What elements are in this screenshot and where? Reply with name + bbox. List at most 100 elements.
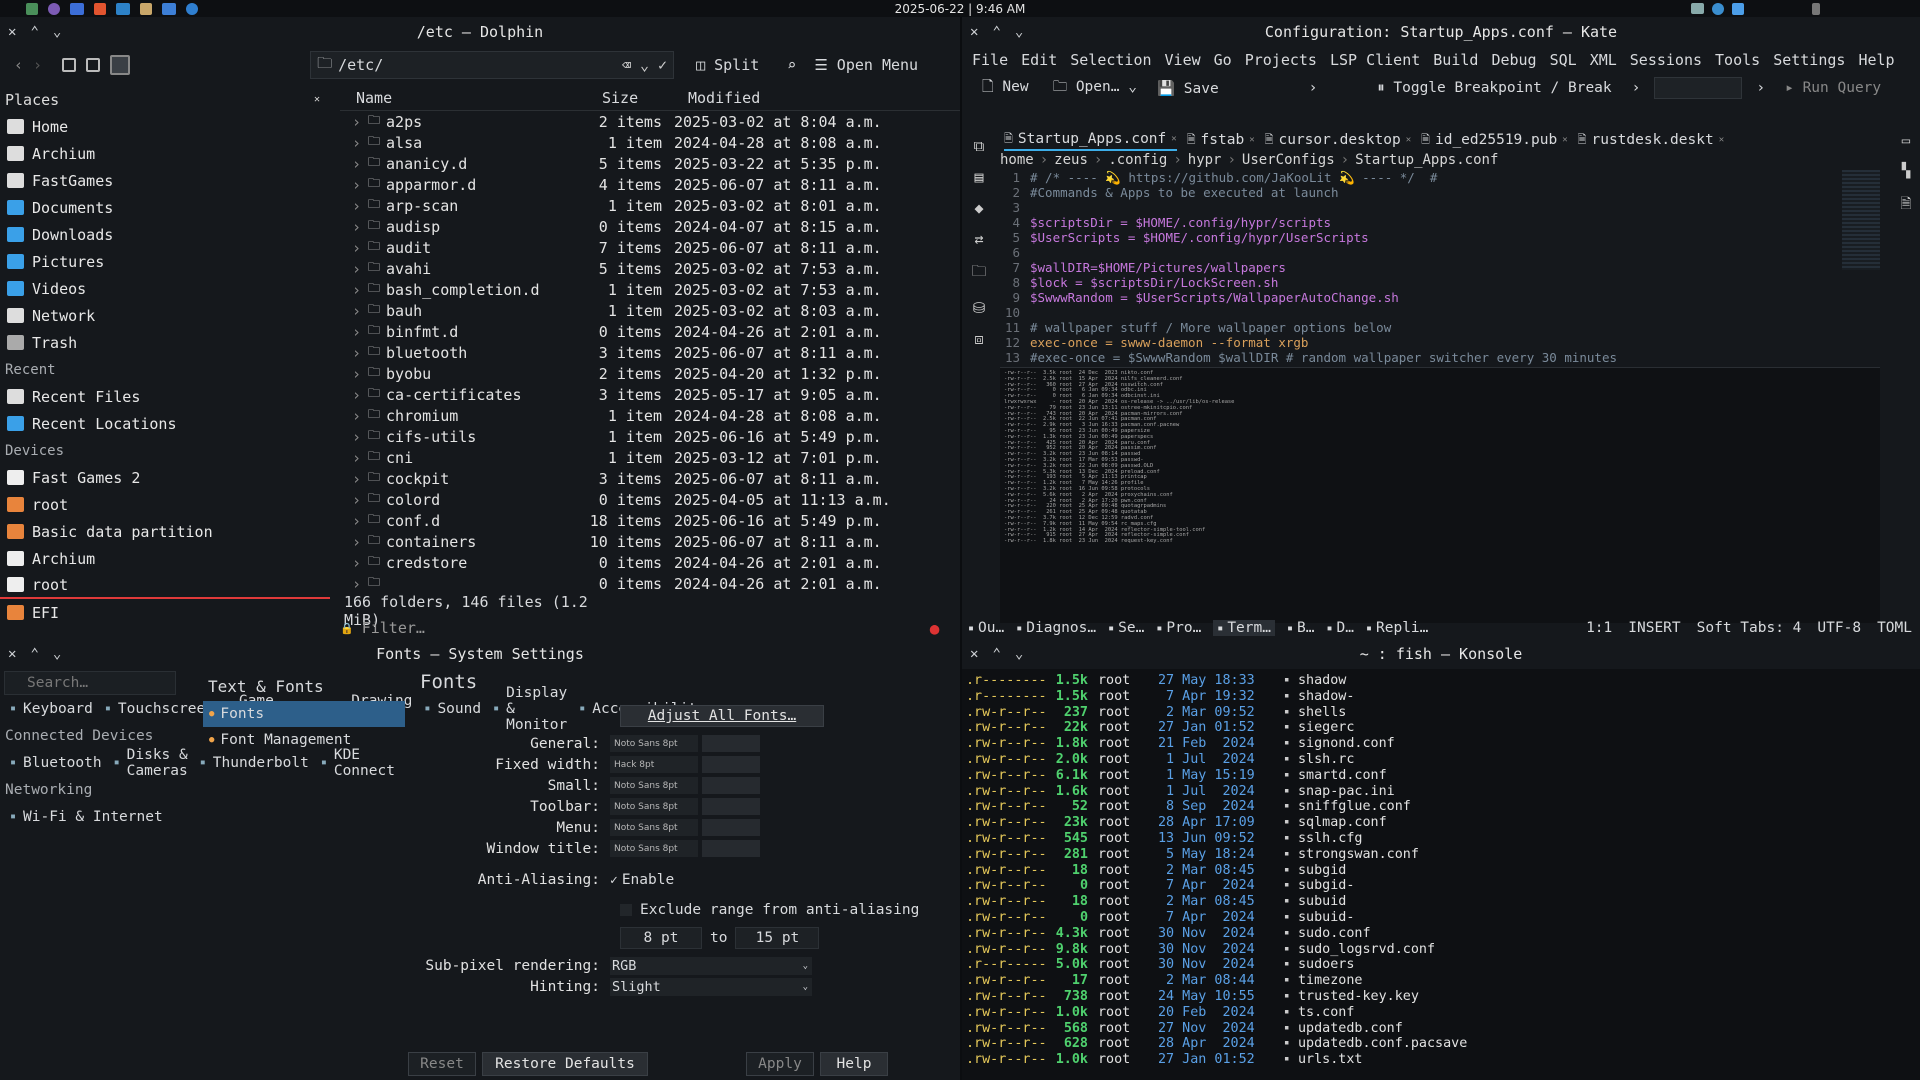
- location-path[interactable]: /etc/: [338, 56, 383, 74]
- menu-item[interactable]: Build: [1433, 51, 1478, 69]
- minimap[interactable]: [1842, 170, 1880, 270]
- choose-font-button[interactable]: [702, 756, 760, 773]
- table-row[interactable]: › 🗀 byobu 2 items 2025-04-20 at 1:32 p.m.: [340, 363, 960, 384]
- table-row[interactable]: › 🗀 conf.d 18 items 2025-06-16 at 5:49 p.m.: [340, 510, 960, 531]
- save-button[interactable]: 💾 Save: [1157, 80, 1219, 97]
- app-icon[interactable]: [48, 2, 60, 15]
- expand-icon[interactable]: ›: [352, 281, 362, 299]
- places-item[interactable]: Pictures: [0, 248, 330, 275]
- table-row[interactable]: › 🗀 audit 7 items 2025-06-07 at 8:11 a.m.: [340, 237, 960, 258]
- bottom-tab[interactable]: ▪ Term…: [1213, 620, 1275, 636]
- terminal-output[interactable]: .r-------- 1.5k root 27 May 18:33 ▪ shadow .r-…: [962, 669, 1920, 1068]
- expand-icon[interactable]: ›: [352, 449, 362, 467]
- menu-item[interactable]: Debug: [1491, 51, 1536, 69]
- col-size[interactable]: Size: [600, 89, 684, 107]
- editor-tab[interactable]: 🗎 fstab ✕: [1187, 131, 1255, 150]
- expand-icon[interactable]: ›: [352, 239, 362, 257]
- cursor-position[interactable]: 1:1: [1586, 620, 1612, 636]
- table-row[interactable]: › 🗀 apparmor.d 4 items 2025-06-07 at 8:11 a.…: [340, 174, 960, 195]
- bottom-tab[interactable]: ▪ Diagnos…: [1016, 620, 1096, 636]
- bottom-tab[interactable]: ▪ D…: [1326, 620, 1354, 636]
- table-row[interactable]: › 🗀 bauh 1 item 2025-03-02 at 8:03 a.m.: [340, 300, 960, 321]
- reset-button[interactable]: Reset: [408, 1052, 476, 1076]
- choose-font-button[interactable]: [702, 777, 760, 794]
- close-tab-icon[interactable]: ✕: [1406, 135, 1411, 145]
- editor-tab[interactable]: 🗎 Startup_Apps.conf ✕: [1004, 130, 1177, 151]
- bluetooth-icon[interactable]: [1812, 2, 1820, 15]
- filter-input[interactable]: Filter…: [362, 619, 922, 637]
- split-button[interactable]: ◫ Split: [696, 56, 759, 74]
- col-name[interactable]: Name: [340, 89, 600, 107]
- menu-item[interactable]: Go: [1214, 51, 1232, 69]
- adjust-all-button[interactable]: Adjust All Fonts…: [620, 705, 824, 727]
- breadcrumb-item[interactable]: zeus: [1054, 152, 1088, 168]
- breadcrumb-item[interactable]: hypr: [1188, 152, 1222, 168]
- table-row[interactable]: › 🗀 binfmt.d 0 items 2024-04-26 at 2:01 a.m.: [340, 321, 960, 342]
- apply-button[interactable]: Apply: [746, 1052, 814, 1076]
- input-mode[interactable]: INSERT: [1628, 620, 1680, 636]
- expand-icon[interactable]: ›: [352, 218, 362, 236]
- table-row[interactable]: › 🗀 arp-scan 1 item 2025-03-02 at 8:01 a.m.: [340, 195, 960, 216]
- compact-view-icon[interactable]: [86, 58, 101, 72]
- table-row[interactable]: › 🗀 bash_completion.d 1 item 2025-03-02 at 7…: [340, 279, 960, 300]
- places-item[interactable]: Archium: [0, 140, 330, 167]
- bottom-tab[interactable]: ▪ Pro…: [1156, 620, 1201, 636]
- table-row[interactable]: › 🗀 alsa 1 item 2024-04-28 at 8:08 a.m.: [340, 132, 960, 153]
- menu-item[interactable]: Settings: [1773, 51, 1845, 69]
- search-input[interactable]: Search…: [4, 671, 176, 695]
- app-icon[interactable]: [186, 2, 198, 15]
- table-row[interactable]: › 🗀 colord 0 items 2025-04-05 at 11:13 a.m.: [340, 489, 960, 510]
- table-row[interactable]: › 🗀 containers 10 items 2025-06-07 at 8:11 a…: [340, 531, 960, 552]
- expand-icon[interactable]: ›: [352, 386, 362, 404]
- expand-icon[interactable]: ›: [352, 512, 362, 530]
- device-item[interactable]: Basic data partition: [0, 518, 330, 545]
- editor-tab[interactable]: 🗎 id_ed25519.pub ✕: [1421, 131, 1568, 150]
- menu-item[interactable]: SQL: [1550, 51, 1577, 69]
- bottom-tab[interactable]: ▪ B…: [1287, 620, 1315, 636]
- git-icon[interactable]: ◆: [974, 199, 983, 217]
- menu-item[interactable]: LSP Client: [1330, 51, 1420, 69]
- run-query-button[interactable]: ▸ Run Query: [1785, 80, 1881, 96]
- syntax-mode[interactable]: TOML: [1877, 620, 1912, 636]
- minimize-icon[interactable]: ⌄: [53, 646, 61, 662]
- menu-item[interactable]: File: [972, 51, 1008, 69]
- location-bar[interactable]: 🗀 /etc/ ⌫ ⌄ ✓: [310, 51, 675, 79]
- forward-icon[interactable]: ›: [33, 56, 42, 74]
- expand-icon[interactable]: ›: [352, 428, 362, 446]
- folder-icon[interactable]: 🗀: [971, 261, 986, 286]
- help-button[interactable]: Help: [820, 1052, 888, 1076]
- maximize-icon[interactable]: ⌃: [992, 646, 1000, 662]
- symbols-icon[interactable]: ⇄: [974, 230, 983, 248]
- expand-icon[interactable]: ›: [352, 113, 362, 131]
- category-item[interactable]: ● Fonts: [203, 701, 405, 727]
- aa-checkbox[interactable]: ✓: [610, 873, 618, 888]
- app-icon[interactable]: [162, 2, 176, 15]
- tree-icon[interactable]: ⧈: [974, 330, 984, 348]
- table-row[interactable]: › 🗀 0 items 2024-04-26 at 2:01 a.m.: [340, 573, 960, 594]
- expand-icon[interactable]: ›: [352, 323, 362, 341]
- maximize-icon[interactable]: ⌃: [30, 646, 38, 662]
- expand-icon[interactable]: ›: [352, 260, 362, 278]
- expand-icon[interactable]: ›: [352, 302, 362, 320]
- expand-icon[interactable]: ›: [352, 344, 362, 362]
- embedded-terminal[interactable]: -rw-r--r-- 3.5k root 24 Dec 2023 nikto.c…: [1000, 367, 1880, 623]
- database-icon[interactable]: ⛁: [973, 299, 986, 317]
- editor-tab[interactable]: 🗎 rustdesk.deskt ✕: [1578, 131, 1725, 150]
- settings-nav-item[interactable]: ▪ Wi-Fi & Internet: [5, 803, 163, 830]
- places-item[interactable]: Downloads: [0, 221, 330, 248]
- menu-item[interactable]: Tools: [1715, 51, 1760, 69]
- menu-item[interactable]: View: [1165, 51, 1201, 69]
- choose-font-button[interactable]: [702, 735, 760, 752]
- close-panel-icon[interactable]: ✕: [314, 94, 320, 105]
- range-from-spin[interactable]: 8 pt: [620, 927, 702, 949]
- choose-font-button[interactable]: [702, 798, 760, 815]
- expand-icon[interactable]: ›: [352, 407, 362, 425]
- category-item[interactable]: ● Font Management: [203, 727, 405, 753]
- close-icon[interactable]: ✕: [8, 24, 16, 40]
- device-item[interactable]: Archium: [0, 545, 330, 572]
- settings-nav-item[interactable]: ▪ Disks & Cameras: [109, 747, 188, 779]
- bottom-tab[interactable]: ▪ Se…: [1108, 620, 1144, 636]
- close-tab-icon[interactable]: ✕: [1719, 135, 1724, 145]
- toggle-breakpoint-button[interactable]: ⏸ Toggle Breakpoint / Break: [1377, 80, 1611, 96]
- breadcrumb-item[interactable]: .config: [1108, 152, 1167, 168]
